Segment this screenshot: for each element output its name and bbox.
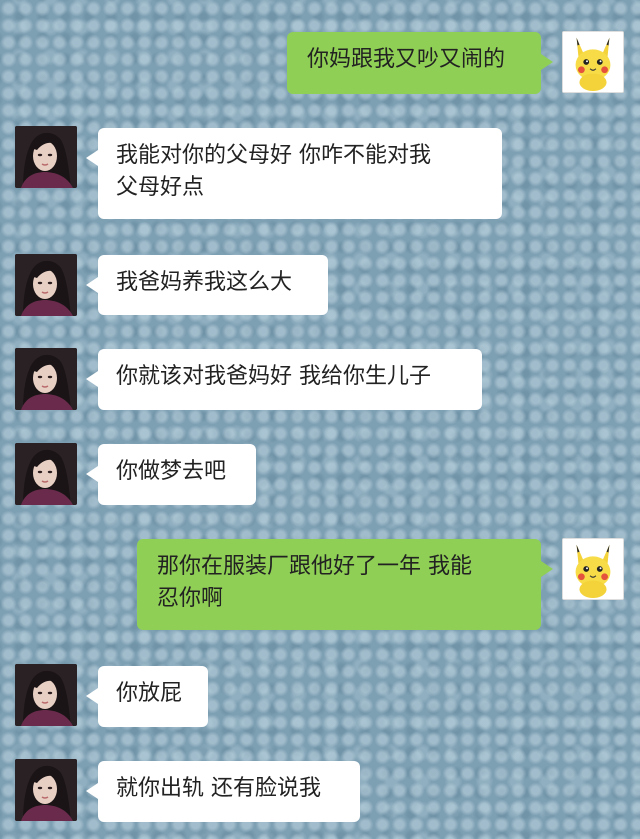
message-bubble[interactable]: 就你出轨 还有脸说我 — [86, 761, 360, 822]
message-text-line: 那你在服装厂跟他好了一年 我能 — [157, 554, 472, 579]
message-text: 你做梦去吧 — [116, 459, 227, 484]
message-bubble[interactable]: 那你在服装厂跟他好了一年 我能 忍你啊 — [137, 539, 553, 630]
message-bubble[interactable]: 你放屁 — [86, 666, 208, 727]
pikachu-avatar-icon[interactable] — [562, 538, 624, 600]
message-text: 你放屁 — [116, 681, 183, 706]
message-bubble[interactable]: 我能对你的父母好 你咋不能对我 父母好点 — [86, 128, 502, 219]
woman-portrait-avatar[interactable] — [15, 348, 77, 410]
message-bubble[interactable]: 你做梦去吧 — [86, 444, 256, 505]
woman-portrait-avatar[interactable] — [15, 759, 77, 821]
message-text-line: 父母好点 — [116, 175, 205, 200]
woman-portrait-avatar[interactable] — [15, 664, 77, 726]
message-text: 你妈跟我又吵又闹的 — [307, 47, 506, 72]
message-bubble[interactable]: 我爸妈养我这么大 — [86, 255, 328, 315]
message-text-line: 忍你啊 — [157, 586, 224, 611]
message-bubble[interactable]: 你妈跟我又吵又闹的 — [287, 32, 553, 94]
woman-portrait-avatar[interactable] — [15, 126, 77, 188]
message-text: 就你出轨 还有脸说我 — [116, 776, 321, 801]
message-text: 你就该对我爸妈好 我给你生儿子 — [116, 364, 431, 389]
message-text-line: 我能对你的父母好 你咋不能对我 — [116, 143, 431, 168]
pikachu-avatar-icon[interactable] — [562, 31, 624, 93]
woman-portrait-avatar[interactable] — [15, 443, 77, 505]
message-text: 我爸妈养我这么大 — [116, 270, 293, 295]
message-bubble[interactable]: 你就该对我爸妈好 我给你生儿子 — [86, 349, 482, 410]
woman-portrait-avatar[interactable] — [15, 254, 77, 316]
